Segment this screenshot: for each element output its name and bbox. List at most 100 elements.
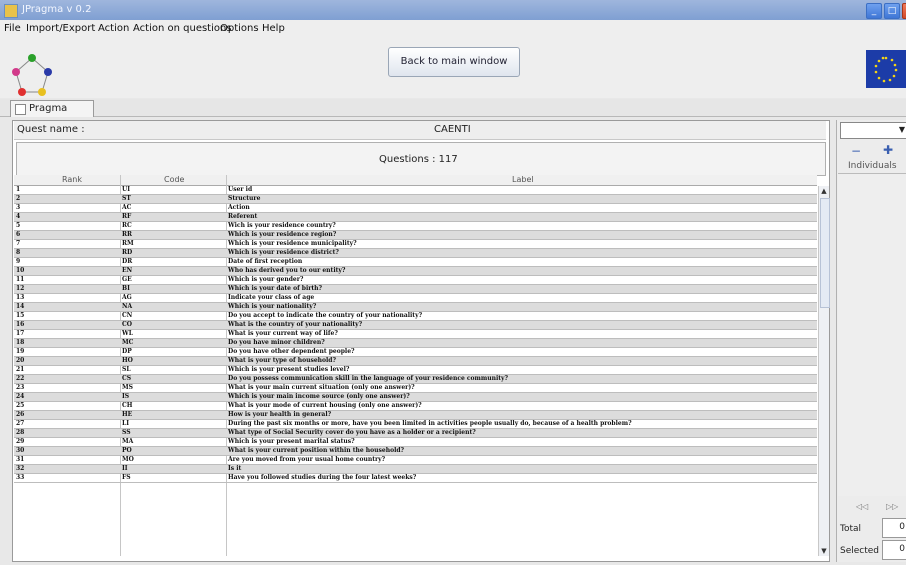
code-cell: MS — [122, 384, 133, 391]
label-cell: Action — [228, 204, 250, 211]
code-cell: FS — [122, 474, 131, 481]
table-row[interactable]: 9 DR Date of first reception — [14, 258, 817, 267]
individuals-list[interactable] — [838, 173, 906, 496]
column-header-code[interactable]: Code — [164, 175, 184, 184]
individuals-label: Individuals — [848, 161, 897, 171]
rank-cell: 8 — [16, 249, 21, 256]
table-row[interactable]: 19 DP Do you have other dependent people? — [14, 348, 817, 357]
table-row[interactable]: 26 HE How is your health in general? — [14, 411, 817, 420]
label-cell: During the past six months or more, have… — [228, 420, 632, 427]
table-row[interactable]: 11 GE Which is your gender? — [14, 276, 817, 285]
table-row[interactable]: 8 RD Which is your residence district? — [14, 249, 817, 258]
label-cell: What is your current position within the… — [228, 447, 405, 454]
table-row[interactable]: 24 IS Which is your main income source (on… — [14, 393, 817, 402]
code-cell: RC — [122, 222, 132, 229]
code-cell: BI — [122, 285, 130, 292]
maximize-button[interactable]: □ — [884, 3, 900, 19]
table-row[interactable]: 25 CH What is your mode of current housing… — [14, 402, 817, 411]
app-icon — [4, 4, 18, 18]
table-row[interactable]: 15 CN Do you accept to indicate the countr… — [14, 312, 817, 321]
table-row[interactable]: 29 MA Which is your present marital status… — [14, 438, 817, 447]
remove-individual-icon[interactable]: − — [851, 144, 861, 158]
table-row[interactable]: 7 RM Which is your residence municipality? — [14, 240, 817, 249]
code-cell: RF — [122, 213, 132, 220]
table-row[interactable]: 4 RF Referent — [14, 213, 817, 222]
menu-file[interactable]: File — [4, 23, 21, 34]
label-cell: Is it — [228, 465, 242, 472]
table-row[interactable]: 33 FS Have you followed studies during the… — [14, 474, 817, 483]
tab-checkbox-icon — [15, 104, 26, 115]
table-row[interactable]: 23 MS What is your main current situation … — [14, 384, 817, 393]
quest-name-label: Quest name : — [17, 124, 85, 135]
label-cell: Date of first reception — [228, 258, 303, 265]
table-row[interactable]: 10 EN Who has derived you to our entity? — [14, 267, 817, 276]
minimize-button[interactable]: _ — [866, 3, 882, 19]
table-scrollbar[interactable]: ▲ ▼ — [818, 186, 830, 556]
rank-cell: 20 — [16, 357, 25, 364]
rank-cell: 17 — [16, 330, 25, 337]
rank-cell: 16 — [16, 321, 25, 328]
menu-action-on-questions[interactable]: Action on questions — [133, 23, 232, 34]
table-header: Rank Code Label — [14, 175, 817, 186]
next-icon[interactable]: ▷▷ — [886, 502, 898, 511]
tab-pragma[interactable]: Pragma — [10, 100, 94, 117]
table-row[interactable]: 12 BI Which is your date of birth? — [14, 285, 817, 294]
back-to-main-window-button[interactable]: Back to main window — [388, 47, 520, 77]
table-row[interactable]: 22 CS Do you possess communication skill i… — [14, 375, 817, 384]
label-cell: What is your mode of current housing (on… — [228, 402, 422, 409]
table-row[interactable]: 32 II Is it — [14, 465, 817, 474]
table-row[interactable]: 6 RR Which is your residence region? — [14, 231, 817, 240]
table-row[interactable]: 30 PO What is your current position within… — [14, 447, 817, 456]
table-row[interactable]: 14 NA Which is your nationality? — [14, 303, 817, 312]
rank-cell: 6 — [16, 231, 21, 238]
scroll-thumb[interactable] — [820, 198, 830, 308]
column-header-rank[interactable]: Rank — [62, 175, 82, 184]
rank-cell: 28 — [16, 429, 25, 436]
rank-cell: 3 — [16, 204, 21, 211]
rank-cell: 27 — [16, 420, 25, 427]
code-cell: MA — [122, 438, 134, 445]
rank-cell: 29 — [16, 438, 25, 445]
table-row[interactable]: 2 ST Structure — [14, 195, 817, 204]
scroll-down-icon[interactable]: ▼ — [819, 546, 829, 556]
rank-cell: 25 — [16, 402, 25, 409]
table-row[interactable]: 28 SS What type of Social Security cover d… — [14, 429, 817, 438]
label-cell: How is your health in general? — [228, 411, 332, 418]
menu-import-export[interactable]: Import/Export — [26, 23, 95, 34]
scroll-up-icon[interactable]: ▲ — [819, 186, 829, 196]
rank-cell: 26 — [16, 411, 25, 418]
chevron-down-icon: ▼ — [898, 125, 905, 134]
table-row[interactable]: 5 RC Wich is your residence country? — [14, 222, 817, 231]
table-row[interactable]: 17 WL What is your current way of life? — [14, 330, 817, 339]
table-row[interactable]: 20 HO What is your type of household? — [14, 357, 817, 366]
menu-bar: File Import/Export Action Action on ques… — [0, 20, 906, 38]
code-cell: CH — [122, 402, 133, 409]
previous-icon[interactable]: ◁◁ — [856, 502, 868, 511]
close-button[interactable] — [902, 3, 906, 19]
individuals-select[interactable]: ▼ — [840, 122, 906, 139]
pragma-logo — [12, 54, 52, 96]
rank-cell: 1 — [16, 186, 21, 193]
code-cell: EN — [122, 267, 133, 274]
label-cell: Which is your gender? — [228, 276, 304, 283]
rank-cell: 19 — [16, 348, 25, 355]
table-row[interactable]: 13 AG Indicate your class of age — [14, 294, 817, 303]
code-cell: SL — [122, 366, 131, 373]
menu-options[interactable]: Options — [220, 23, 259, 34]
add-individual-icon[interactable]: ✚ — [883, 143, 893, 157]
table-row[interactable]: 31 MO Are you moved from your usual home c… — [14, 456, 817, 465]
table-row[interactable]: 18 MC Do you have minor children? — [14, 339, 817, 348]
code-cell: CO — [122, 321, 133, 328]
menu-action[interactable]: Action — [98, 23, 129, 34]
rank-cell: 2 — [16, 195, 21, 202]
table-row[interactable]: 3 AC Action — [14, 204, 817, 213]
code-cell: DR — [122, 258, 133, 265]
column-header-label[interactable]: Label — [512, 175, 534, 184]
rank-cell: 32 — [16, 465, 25, 472]
table-row[interactable]: 1 UI User id — [14, 186, 817, 195]
menu-help[interactable]: Help — [262, 23, 285, 34]
table-row[interactable]: 21 SL Which is your present studies level? — [14, 366, 817, 375]
code-cell: LI — [122, 420, 130, 427]
table-row[interactable]: 27 LI During the past six months or more, … — [14, 420, 817, 429]
table-row[interactable]: 16 CO What is the country of your national… — [14, 321, 817, 330]
